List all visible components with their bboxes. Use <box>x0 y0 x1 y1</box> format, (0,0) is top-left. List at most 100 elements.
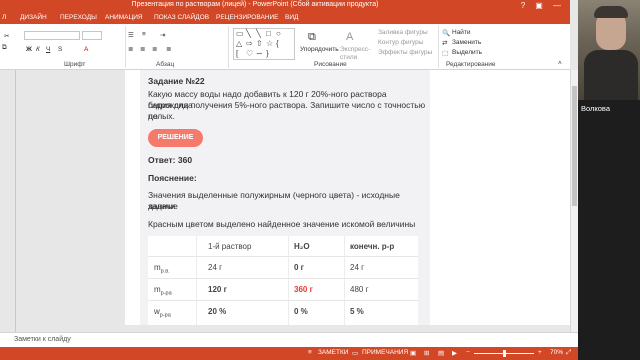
explanation-line: Значения выделенные полужирным (черного … <box>148 190 400 211</box>
tab-insert[interactable]: Л <box>2 12 6 24</box>
line-shape-icon[interactable]: ╲ <box>256 30 261 38</box>
zoom-out-icon[interactable]: − <box>466 349 470 356</box>
shape-fill-button[interactable]: Заливка фигуры <box>378 29 428 36</box>
status-bar: ≡ ЗАМЕТКИ ▭ ПРИМЕЧАНИЯ ▣ ⊞ ▤ ▶ − + 70% ⤢ <box>0 347 578 360</box>
curve-shape-icon[interactable]: ∽ <box>256 50 263 58</box>
quick-styles-icon[interactable]: A <box>346 31 353 43</box>
group-drawing-label: Рисование <box>314 61 347 68</box>
table-cell: 480 г <box>350 285 369 294</box>
reading-view-icon[interactable]: ▤ <box>438 349 444 357</box>
slide-thumbnails-pane[interactable] <box>0 70 16 332</box>
group-editing-label: Редактирование <box>446 61 496 68</box>
strikethrough-icon[interactable]: S <box>58 46 62 53</box>
justify-icon[interactable]: ≣ <box>166 45 171 53</box>
task-text-line: бария для получения 5%-ного раствора. За… <box>148 100 426 121</box>
normal-view-icon[interactable]: ▣ <box>410 349 416 357</box>
align-left-icon[interactable]: ≣ <box>128 45 133 53</box>
collapse-ribbon-icon[interactable]: ˄ <box>558 60 562 67</box>
found-value-cell: 360 г <box>294 285 313 294</box>
bold-icon[interactable]: Ж <box>26 46 32 53</box>
heart-shape-icon[interactable]: ♡ <box>246 50 253 58</box>
triangle-shape-icon[interactable]: △ <box>236 40 242 48</box>
textbox-shape-icon[interactable]: ▭ <box>236 30 244 38</box>
solution-button[interactable]: РЕШЕНИЕ <box>148 129 203 147</box>
line-shape-icon[interactable]: ╲ <box>246 30 251 38</box>
bracket-shape-icon[interactable]: [ <box>236 50 238 58</box>
table-divider <box>344 236 345 325</box>
bullets-icon[interactable]: ☰ <box>128 31 134 39</box>
indent-icon[interactable]: ⇥ <box>160 31 165 39</box>
scrollbar-thumb[interactable] <box>572 86 577 206</box>
arrange-button[interactable]: Упорядочить <box>300 46 339 53</box>
find-icon[interactable]: 🔍 <box>442 29 450 37</box>
underline-icon[interactable]: Ч <box>46 46 50 53</box>
oval-shape-icon[interactable]: ○ <box>276 30 281 38</box>
quick-styles-button[interactable]: Экспресс-стили <box>340 46 370 62</box>
table-divider <box>148 300 418 301</box>
sorter-view-icon[interactable]: ⊞ <box>424 349 429 357</box>
ribbon-tabs: Л ДИЗАЙН ПЕРЕХОДЫ АНИМАЦИЯ ПОКАЗ СЛАЙДОВ… <box>0 12 570 24</box>
brace-shape-icon[interactable]: { <box>276 40 279 48</box>
align-center-icon[interactable]: ≣ <box>140 45 145 53</box>
tab-transitions[interactable]: ПЕРЕХОДЫ <box>60 12 97 24</box>
notes-placeholder[interactable]: Заметки к слайду <box>14 336 71 343</box>
find-button[interactable]: Найти <box>452 29 471 36</box>
slide[interactable]: Задание №22 Какую массу воды надо добави… <box>125 70 570 325</box>
notes-icon[interactable]: ≡ <box>308 349 312 356</box>
format-painter-icon[interactable]: ✂ <box>4 32 9 40</box>
arrow-shape-icon[interactable]: ⇧ <box>256 40 263 48</box>
tab-animation[interactable]: АНИМАЦИЯ <box>105 12 143 24</box>
select-icon[interactable]: ⬚ <box>442 49 448 57</box>
replace-button[interactable]: Заменить <box>452 39 481 46</box>
table-divider <box>148 256 418 257</box>
arrow-shape-icon[interactable]: ⇨ <box>246 40 253 48</box>
table-header: 1-й раствор <box>208 242 252 251</box>
font-name-box[interactable] <box>24 31 80 40</box>
tab-slideshow[interactable]: ПОКАЗ СЛАЙДОВ <box>154 12 209 24</box>
font-size-box[interactable] <box>82 31 102 40</box>
ribbon-options-icon[interactable]: ▣ <box>532 0 546 12</box>
comments-icon[interactable]: ▭ <box>352 349 358 357</box>
task-text-line: целых. <box>148 111 175 121</box>
brace-shape-icon[interactable]: } <box>266 50 269 58</box>
help-icon[interactable]: ? <box>516 0 530 12</box>
copy-icon[interactable]: ⧉ <box>2 44 7 52</box>
slideshow-icon[interactable]: ▶ <box>452 349 457 357</box>
minimize-button[interactable]: — <box>550 0 564 12</box>
star-shape-icon[interactable]: ☆ <box>266 40 273 48</box>
shape-outline-button[interactable]: Контур фигуры <box>378 39 423 46</box>
comments-toggle-button[interactable]: ПРИМЕЧАНИЯ <box>362 349 408 356</box>
table-cell: 0 % <box>294 307 308 316</box>
tab-design[interactable]: ДИЗАЙН <box>20 12 47 24</box>
notes-toggle-button[interactable]: ЗАМЕТКИ <box>318 349 348 356</box>
select-button[interactable]: Выделить <box>452 49 482 56</box>
shape-effects-button[interactable]: Эффекты фигуры <box>378 49 432 56</box>
vertical-scrollbar[interactable] <box>570 70 578 332</box>
window-title: Презентация по растворам (лицей) - Power… <box>131 1 379 8</box>
notes-pane[interactable]: Заметки к слайду <box>0 332 578 347</box>
rect-shape-icon[interactable]: □ <box>266 30 271 38</box>
zoom-level[interactable]: 70% <box>550 349 563 356</box>
italic-icon[interactable]: К <box>36 46 40 53</box>
separator <box>228 26 229 68</box>
font-color-icon[interactable]: A <box>84 46 88 53</box>
table-divider <box>196 236 197 325</box>
group-font-label: Шрифт <box>64 61 86 68</box>
tab-review[interactable]: РЕЦЕНЗИРОВАНИЕ <box>216 12 279 24</box>
separator <box>125 26 126 68</box>
participant-video <box>578 0 640 100</box>
red-note-text: Красным цветом выделено найденное значен… <box>148 219 416 229</box>
explanation-title: Пояснение: <box>148 173 197 183</box>
arrange-icon[interactable]: ⧉ <box>308 31 316 44</box>
zoom-slider-thumb[interactable] <box>503 350 506 357</box>
zoom-in-icon[interactable]: + <box>538 349 542 356</box>
shapes-gallery[interactable]: ▭ ╲ ╲ □ ○ △ ⇨ ⇧ ☆ { [ ♡ ∽ } <box>233 28 295 60</box>
fit-slide-icon[interactable]: ⤢ <box>566 349 571 357</box>
table-divider <box>148 278 418 279</box>
tab-view[interactable]: ВИД <box>285 12 298 24</box>
align-right-icon[interactable]: ≣ <box>152 45 157 53</box>
answer-text: Ответ: 360 <box>148 155 193 165</box>
numbering-icon[interactable]: ≡ <box>142 31 146 38</box>
table-header: конечн. р-р <box>350 242 395 251</box>
replace-icon[interactable]: ⇄ <box>442 39 447 47</box>
